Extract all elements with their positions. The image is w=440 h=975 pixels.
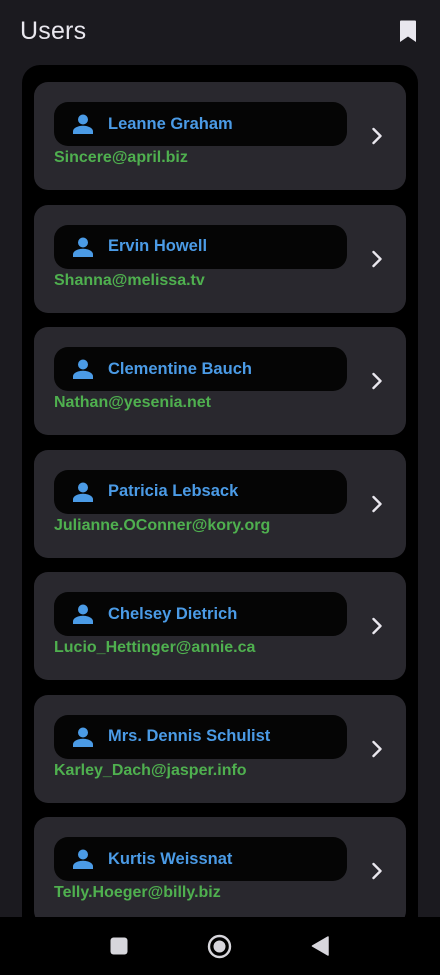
chevron-right-icon[interactable] bbox=[370, 370, 384, 392]
user-email: Julianne.OConner@kory.org bbox=[54, 516, 271, 534]
user-name-chip: Patricia Lebsack bbox=[54, 469, 347, 514]
list-item[interactable]: Kurtis Weissnat Telly.Hoeger@billy.biz bbox=[34, 817, 406, 917]
user-name: Kurtis Weissnat bbox=[108, 849, 233, 868]
triangle-back-icon[interactable] bbox=[311, 936, 329, 956]
chevron-right-icon[interactable] bbox=[370, 615, 384, 637]
chevron-right-icon[interactable] bbox=[370, 738, 384, 760]
person-icon bbox=[72, 848, 94, 870]
circle-icon[interactable] bbox=[207, 934, 232, 959]
chevron-right-icon[interactable] bbox=[370, 860, 384, 882]
user-list[interactable]: Leanne Graham Sincere@april.biz Ervin Ho… bbox=[22, 65, 418, 917]
user-name-chip: Kurtis Weissnat bbox=[54, 837, 347, 881]
person-icon bbox=[72, 236, 94, 258]
person-icon bbox=[72, 603, 94, 625]
app-bar: Users bbox=[0, 0, 440, 62]
user-email: Lucio_Hettinger@annie.ca bbox=[54, 639, 256, 656]
user-email: Telly.Hoeger@billy.biz bbox=[54, 884, 221, 901]
user-name: Patricia Lebsack bbox=[108, 482, 239, 500]
list-item[interactable]: Ervin Howell Shanna@melissa.tv bbox=[34, 204, 406, 313]
person-icon bbox=[72, 481, 94, 503]
page-title: Users bbox=[20, 16, 87, 45]
user-name-chip: Mrs. Dennis Schulist bbox=[54, 714, 347, 759]
list-item[interactable]: Mrs. Dennis Schulist Karley_Dach@jasper.… bbox=[34, 694, 406, 803]
person-icon bbox=[72, 726, 94, 748]
person-icon bbox=[72, 358, 94, 380]
user-name: Leanne Graham bbox=[108, 114, 233, 133]
user-name-chip: Leanne Graham bbox=[54, 102, 347, 146]
user-name: Chelsey Dietrich bbox=[108, 604, 238, 623]
list-item[interactable]: Leanne Graham Sincere@april.biz bbox=[34, 82, 406, 190]
list-item[interactable]: Clementine Bauch Nathan@yesenia.net bbox=[34, 327, 406, 435]
user-email: Sincere@april.biz bbox=[54, 149, 188, 166]
square-icon[interactable] bbox=[110, 937, 128, 955]
user-name-chip: Clementine Bauch bbox=[54, 347, 347, 391]
bookmark-icon[interactable] bbox=[396, 19, 420, 43]
person-icon bbox=[72, 113, 94, 135]
user-name: Clementine Bauch bbox=[108, 359, 252, 378]
list-item[interactable]: Chelsey Dietrich Lucio_Hettinger@annie.c… bbox=[34, 572, 406, 680]
user-name-chip: Ervin Howell bbox=[54, 224, 347, 269]
user-email: Nathan@yesenia.net bbox=[54, 394, 211, 411]
system-nav-bar bbox=[0, 917, 440, 975]
list-item[interactable]: Patricia Lebsack Julianne.OConner@kory.o… bbox=[34, 449, 406, 558]
user-email: Shanna@melissa.tv bbox=[54, 271, 205, 289]
user-email: Karley_Dach@jasper.info bbox=[54, 761, 247, 779]
user-name-chip: Chelsey Dietrich bbox=[54, 592, 347, 636]
user-name: Ervin Howell bbox=[108, 237, 208, 255]
chevron-right-icon[interactable] bbox=[370, 125, 384, 147]
chevron-right-icon[interactable] bbox=[370, 493, 384, 515]
chevron-right-icon[interactable] bbox=[370, 248, 384, 270]
user-name: Mrs. Dennis Schulist bbox=[108, 727, 271, 745]
